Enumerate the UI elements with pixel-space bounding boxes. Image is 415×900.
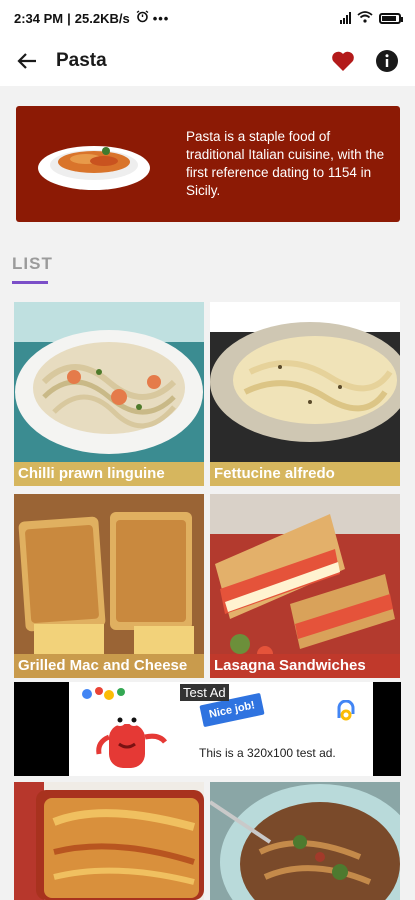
alarm-icon (136, 10, 149, 26)
list-item[interactable]: Chilli prawn linguine (14, 302, 204, 486)
list-item[interactable]: Lasagna Sandwiches (210, 494, 400, 678)
item-label: Lasagna Sandwiches (210, 654, 400, 678)
ad-tag: Test Ad (180, 684, 229, 701)
more-notifications-icon: ••• (152, 10, 170, 26)
list-item[interactable] (14, 782, 204, 900)
ad-choices-icon[interactable] (335, 699, 357, 727)
pasta-plate-image (38, 146, 150, 190)
battery-icon (379, 12, 403, 24)
section-underline (12, 281, 48, 284)
dish-image (210, 782, 400, 900)
ad-text: This is a 320x100 test ad. (199, 746, 336, 760)
ad-banner[interactable]: Nice job! This is a 320x100 test ad. Tes… (14, 682, 401, 776)
ad-mascot-image (82, 687, 167, 768)
status-bar: 2:34 PM | 25.2KB/s ••• (0, 0, 415, 36)
item-label: Fettucine alfredo (210, 462, 400, 486)
page-title: Pasta (56, 50, 107, 71)
item-label: Chilli prawn linguine (14, 462, 204, 486)
item-label: Grilled Mac and Cheese (14, 654, 204, 678)
status-time: 2:34 PM (14, 10, 64, 26)
list-item[interactable]: Grilled Mac and Cheese (14, 494, 204, 678)
section-title: LIST (12, 254, 53, 273)
dish-image (210, 302, 400, 486)
dish-image (210, 494, 400, 678)
dish-image (14, 494, 204, 678)
list-item[interactable] (210, 782, 400, 900)
list-item[interactable]: Fettucine alfredo (210, 302, 400, 486)
signal-icon (340, 12, 351, 24)
hero-description: Pasta is a staple food of traditional It… (186, 129, 385, 198)
dish-image (14, 782, 204, 900)
wifi-icon (357, 10, 373, 26)
hero-banner: Pasta is a staple food of traditional It… (16, 106, 400, 222)
heart-icon[interactable] (329, 47, 357, 75)
dish-image (14, 302, 204, 486)
info-icon[interactable] (373, 47, 401, 75)
status-network-speed: 25.2KB/s (74, 10, 130, 26)
back-arrow-icon[interactable] (14, 48, 40, 74)
app-bar: Pasta (0, 36, 415, 86)
